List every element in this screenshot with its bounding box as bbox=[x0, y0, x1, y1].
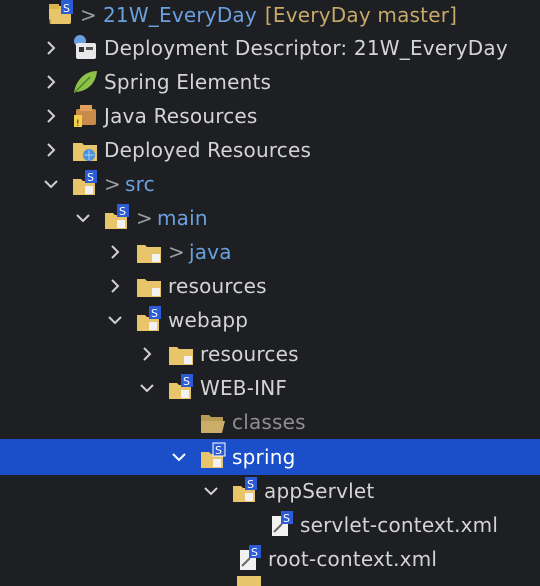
project-icon: S! bbox=[46, 0, 76, 30]
svg-text:S: S bbox=[151, 307, 158, 320]
folder-icon bbox=[134, 271, 164, 301]
tree-row-deployment-descriptor[interactable]: Deployment Descriptor: 21W_EveryDay bbox=[0, 31, 540, 65]
project-name: 21W_EveryDay bbox=[102, 3, 257, 27]
tree-row-main[interactable]: S > main bbox=[0, 201, 540, 235]
tree-row-java[interactable]: > java bbox=[0, 235, 540, 269]
item-label: servlet-context.xml bbox=[300, 513, 499, 537]
chevron-right-icon[interactable] bbox=[42, 73, 60, 91]
project-prefix: > bbox=[80, 3, 97, 27]
folder-spring-icon: S bbox=[70, 169, 100, 199]
deployment-descriptor-icon bbox=[70, 33, 100, 63]
tree-row-src[interactable]: S > src bbox=[0, 167, 540, 201]
chevron-right-icon[interactable] bbox=[106, 277, 124, 295]
item-prefix: > bbox=[168, 240, 185, 264]
chevron-right-icon[interactable] bbox=[42, 141, 60, 159]
item-label: Java Resources bbox=[104, 104, 258, 128]
item-prefix: > bbox=[136, 206, 153, 230]
svg-text:S: S bbox=[247, 478, 254, 491]
item-label: classes bbox=[232, 410, 306, 434]
folder-spring-icon: S bbox=[198, 442, 228, 472]
chevron-down-icon[interactable] bbox=[106, 311, 124, 329]
tree-row-deployed-resources[interactable]: Deployed Resources bbox=[0, 133, 540, 167]
tree-row-appservlet[interactable]: S appServlet bbox=[0, 474, 540, 508]
item-label: webapp bbox=[168, 308, 249, 332]
svg-text:S: S bbox=[87, 171, 94, 184]
item-label: appServlet bbox=[264, 479, 375, 503]
item-label: Spring Elements bbox=[104, 70, 272, 94]
chevron-right-icon[interactable] bbox=[106, 243, 124, 261]
tree-row-classes[interactable]: classes bbox=[0, 405, 540, 439]
item-label: resources bbox=[168, 274, 267, 298]
tree-row-webapp-resources[interactable]: resources bbox=[0, 337, 540, 371]
item-label: src bbox=[124, 172, 155, 196]
svg-text:S: S bbox=[119, 205, 126, 218]
tree-row-spring[interactable]: S spring bbox=[0, 439, 540, 475]
tree-row-web-inf[interactable]: S WEB-INF bbox=[0, 371, 540, 405]
tree-row-servlet-context[interactable]: S servlet-context.xml bbox=[0, 508, 540, 542]
folder-spring-icon: S bbox=[230, 476, 260, 506]
folder-icon bbox=[234, 576, 264, 586]
svg-text:S: S bbox=[63, 2, 70, 15]
tree-row-partial bbox=[0, 576, 540, 586]
chevron-right-icon[interactable] bbox=[138, 345, 156, 363]
tree-row-project[interactable]: S! > 21W_EveryDay [EveryDay master] bbox=[0, 0, 540, 32]
spring-xml-file-icon: S bbox=[266, 510, 296, 540]
folder-spring-icon: S bbox=[102, 203, 132, 233]
svg-text:S: S bbox=[215, 444, 222, 457]
svg-text:!: ! bbox=[76, 119, 80, 129]
spring-leaf-icon bbox=[70, 67, 100, 97]
chevron-right-icon[interactable] bbox=[42, 107, 60, 125]
tree-row-root-context[interactable]: S root-context.xml bbox=[0, 542, 540, 576]
item-label: root-context.xml bbox=[268, 547, 438, 571]
tree-row-spring-elements[interactable]: Spring Elements bbox=[0, 65, 540, 99]
chevron-down-icon[interactable] bbox=[42, 175, 60, 193]
svg-text:S: S bbox=[251, 546, 258, 559]
folder-icon bbox=[166, 339, 196, 369]
folder-open-icon bbox=[198, 407, 228, 437]
chevron-right-icon[interactable] bbox=[42, 39, 60, 57]
item-label: Deployment Descriptor: 21W_EveryDay bbox=[104, 36, 508, 60]
project-explorer-tree: S! > 21W_EveryDay [EveryDay master] Depl… bbox=[0, 0, 540, 586]
deployed-resources-icon bbox=[70, 135, 100, 165]
tree-row-webapp[interactable]: S webapp bbox=[0, 303, 540, 337]
chevron-down-icon[interactable] bbox=[74, 209, 92, 227]
svg-text:S: S bbox=[283, 512, 290, 525]
item-label: spring bbox=[232, 445, 296, 469]
chevron-down-icon[interactable] bbox=[138, 379, 156, 397]
java-resources-icon: ! bbox=[70, 101, 100, 131]
item-label: WEB-INF bbox=[200, 376, 288, 400]
folder-spring-icon: S bbox=[166, 373, 196, 403]
git-status: [EveryDay master] bbox=[264, 3, 458, 27]
folder-icon bbox=[134, 237, 164, 267]
svg-text:!: ! bbox=[48, 19, 52, 29]
chevron-down-icon[interactable] bbox=[202, 482, 220, 500]
chevron-down-icon[interactable] bbox=[170, 448, 188, 466]
tree-row-java-resources[interactable]: ! Java Resources bbox=[0, 99, 540, 133]
svg-text:S: S bbox=[183, 375, 190, 388]
item-label: resources bbox=[200, 342, 299, 366]
item-label: java bbox=[188, 240, 232, 264]
folder-spring-icon: S bbox=[134, 305, 164, 335]
spring-xml-file-icon: S bbox=[234, 544, 264, 574]
item-label: main bbox=[156, 206, 208, 230]
tree-row-resources[interactable]: resources bbox=[0, 269, 540, 303]
item-label: Deployed Resources bbox=[104, 138, 312, 162]
item-prefix: > bbox=[104, 172, 121, 196]
